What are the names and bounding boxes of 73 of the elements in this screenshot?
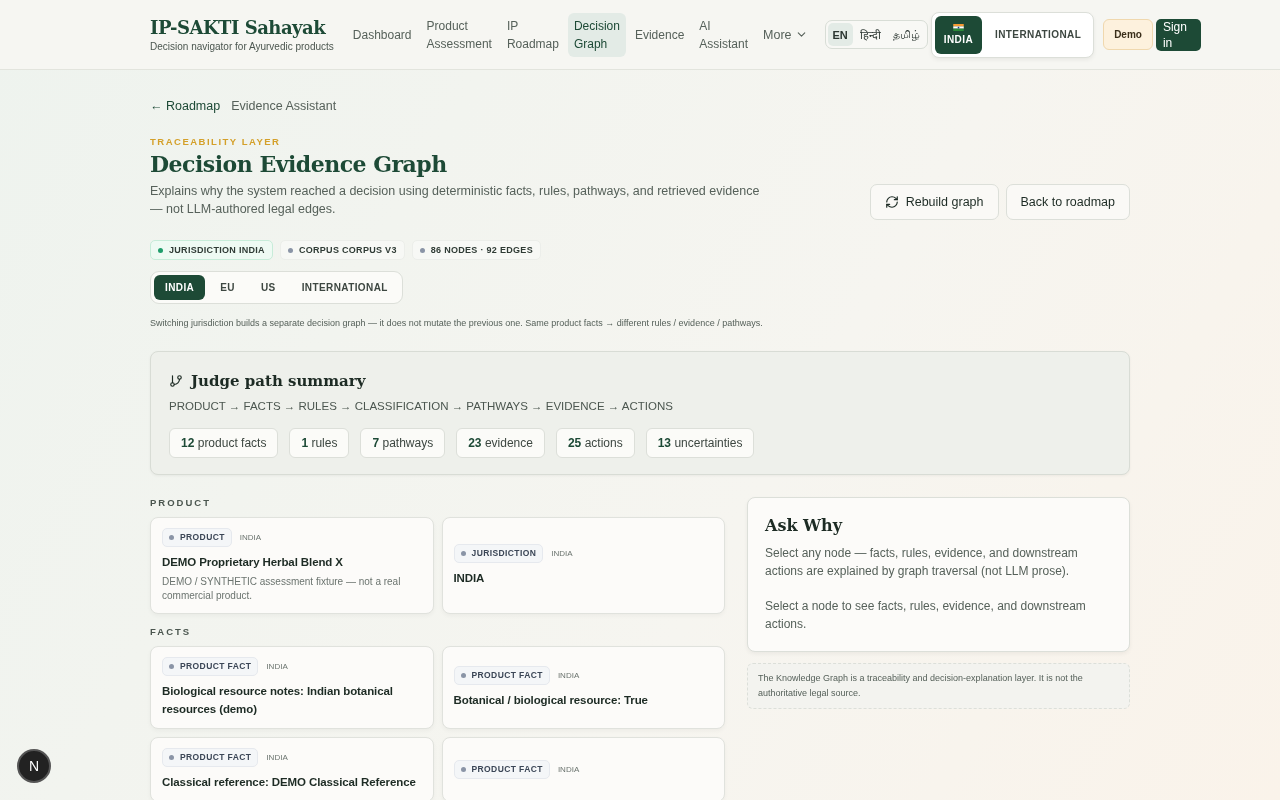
node-type-tag: PRODUCT FACT	[162, 748, 259, 767]
node-card[interactable]: JURISDICTION INDIA INDIA	[441, 517, 725, 614]
language-option[interactable]: EN	[827, 23, 853, 46]
summary-title: Judge path summary	[191, 372, 366, 390]
stat-chip: 12 product facts	[169, 428, 279, 458]
branch-icon	[169, 374, 183, 388]
node-card[interactable]: PRODUCT FACT INDIA Biological resource notes: Indian botanical resources (demo)	[150, 646, 434, 729]
refresh-icon	[884, 195, 899, 209]
breadcrumb-link[interactable]: Evidence Assistant	[231, 99, 337, 113]
status-badge: JURISDICTION INDIA	[150, 240, 273, 260]
region-label: INDIA	[266, 662, 288, 671]
jurisdiction-tab[interactable]: INDIA	[154, 275, 206, 300]
node-type-tag: PRODUCT	[162, 528, 232, 547]
flag-icon	[952, 24, 964, 31]
eyebrow-label: TRACEABILITY LAYER	[150, 136, 282, 147]
page-title: Decision Evidence Graph	[150, 151, 448, 177]
node-card[interactable]: PRODUCT FACT INDIA	[441, 737, 725, 800]
sign-in-button[interactable]: Sign in	[1155, 18, 1201, 51]
node-card[interactable]: PRODUCT FACT INDIA Botanical / biological resource: True	[441, 646, 725, 729]
rebuild-button[interactable]: Rebuild graph	[869, 184, 999, 220]
language-option[interactable]: हिन्दी	[854, 23, 886, 46]
back-button[interactable]: Back to roadmap	[1005, 184, 1130, 220]
stat-chip: 7 pathways	[360, 428, 446, 458]
region-label: INDIA	[557, 671, 580, 680]
node-type-tag: PRODUCT FACT	[162, 657, 259, 676]
nav-link[interactable]: Decision Graph	[567, 12, 626, 57]
page-description: Explains why the system reached a decision using deterministic facts, rules, pathways, and retrieved evidence — not LLM-authored legal edges.	[150, 183, 760, 218]
breadcrumb-link[interactable]: ← Roadmap	[150, 99, 221, 113]
ask-why-text: Select any node — facts, rules, evidence, and downstream actions are explained by graph traversal (not LLM prose).	[765, 545, 1079, 580]
node-card[interactable]: PRODUCT INDIA DEMO Proprietary Herbal Blend X DEMO / SYNTHETIC assessment fixture — not a real commercial product.	[150, 517, 434, 614]
section-heading: PRODUCT	[150, 497, 212, 508]
status-badge: CORPUS CORPUS V3	[279, 240, 405, 260]
node-type-tag: PRODUCT FACT	[453, 760, 550, 779]
stat-chip: 1 rules	[289, 428, 350, 458]
jurisdiction-tab[interactable]: US	[249, 275, 287, 300]
judge-path: PRODUCT → FACTS → RULES → CLASSIFICATION → PATHWAYS → EVIDENCE → ACTIONS	[169, 400, 674, 412]
disclaimer-note: The Knowledge Graph is a traceability and decision-explanation layer. It is not the authoritative legal source.	[747, 663, 1130, 709]
stat-chip: 23 evidence	[456, 428, 545, 458]
jurisdiction-note: Switching jurisdiction builds a separate decision graph — it does not mutate the previous one. Same product facts → different rules / evidence / pathways.	[150, 318, 764, 328]
nav-link[interactable]: Dashboard	[346, 21, 418, 48]
node-title: DEMO Proprietary Herbal Blend X	[162, 555, 344, 570]
section-heading: FACTS	[150, 626, 193, 637]
node-type-tag: PRODUCT FACT	[453, 666, 550, 685]
dev-tools-button[interactable]: N	[17, 749, 51, 783]
nav-link[interactable]: IP Roadmap	[500, 12, 565, 57]
status-badge: 86 NODES · 92 EDGES	[411, 240, 541, 260]
brand-subtitle: Decision navigator for Ayurvedic products	[150, 41, 334, 52]
stat-chip: 25 actions	[555, 428, 635, 458]
region-option[interactable]: INDIA	[934, 15, 982, 54]
node-type-tag: JURISDICTION	[453, 544, 544, 563]
node-detail: DEMO / SYNTHETIC assessment fixture — not a real commercial product.	[162, 575, 402, 603]
stat-chip: 13 uncertainties	[645, 428, 755, 458]
region-label: INDIA	[239, 533, 262, 542]
jurisdiction-tab[interactable]: INTERNATIONAL	[290, 275, 399, 300]
ask-why-text: Select a node to see facts, rules, evidence, and downstream actions.	[765, 598, 1087, 633]
more-menu[interactable]: More	[757, 26, 814, 43]
region-option[interactable]: INTERNATIONAL	[986, 15, 1091, 54]
nav-link[interactable]: AI Assistant	[693, 12, 754, 57]
node-title: INDIA	[453, 571, 486, 586]
nav-link[interactable]: Evidence	[628, 21, 691, 48]
jurisdiction-tab[interactable]: EU	[209, 275, 246, 300]
nav-link[interactable]: Product Assessment	[420, 12, 498, 57]
demo-button[interactable]: Demo	[1103, 19, 1153, 50]
node-card[interactable]: PRODUCT FACT INDIA Classical reference: DEMO Classical Reference	[150, 737, 434, 800]
language-option[interactable]: தமிழ்	[887, 23, 925, 46]
region-label: INDIA	[557, 765, 580, 774]
region-label: INDIA	[266, 753, 288, 762]
node-title: Botanical / biological resource: True	[453, 693, 649, 708]
ask-why-title: Ask Why	[765, 516, 844, 535]
node-title: Classical reference: DEMO Classical Reference	[162, 775, 417, 790]
node-title: Biological resource notes: Indian botanical resources (demo)	[162, 684, 394, 717]
region-label: INDIA	[551, 549, 573, 558]
brand-title[interactable]: IP-SAKTI Sahayak	[150, 17, 334, 38]
